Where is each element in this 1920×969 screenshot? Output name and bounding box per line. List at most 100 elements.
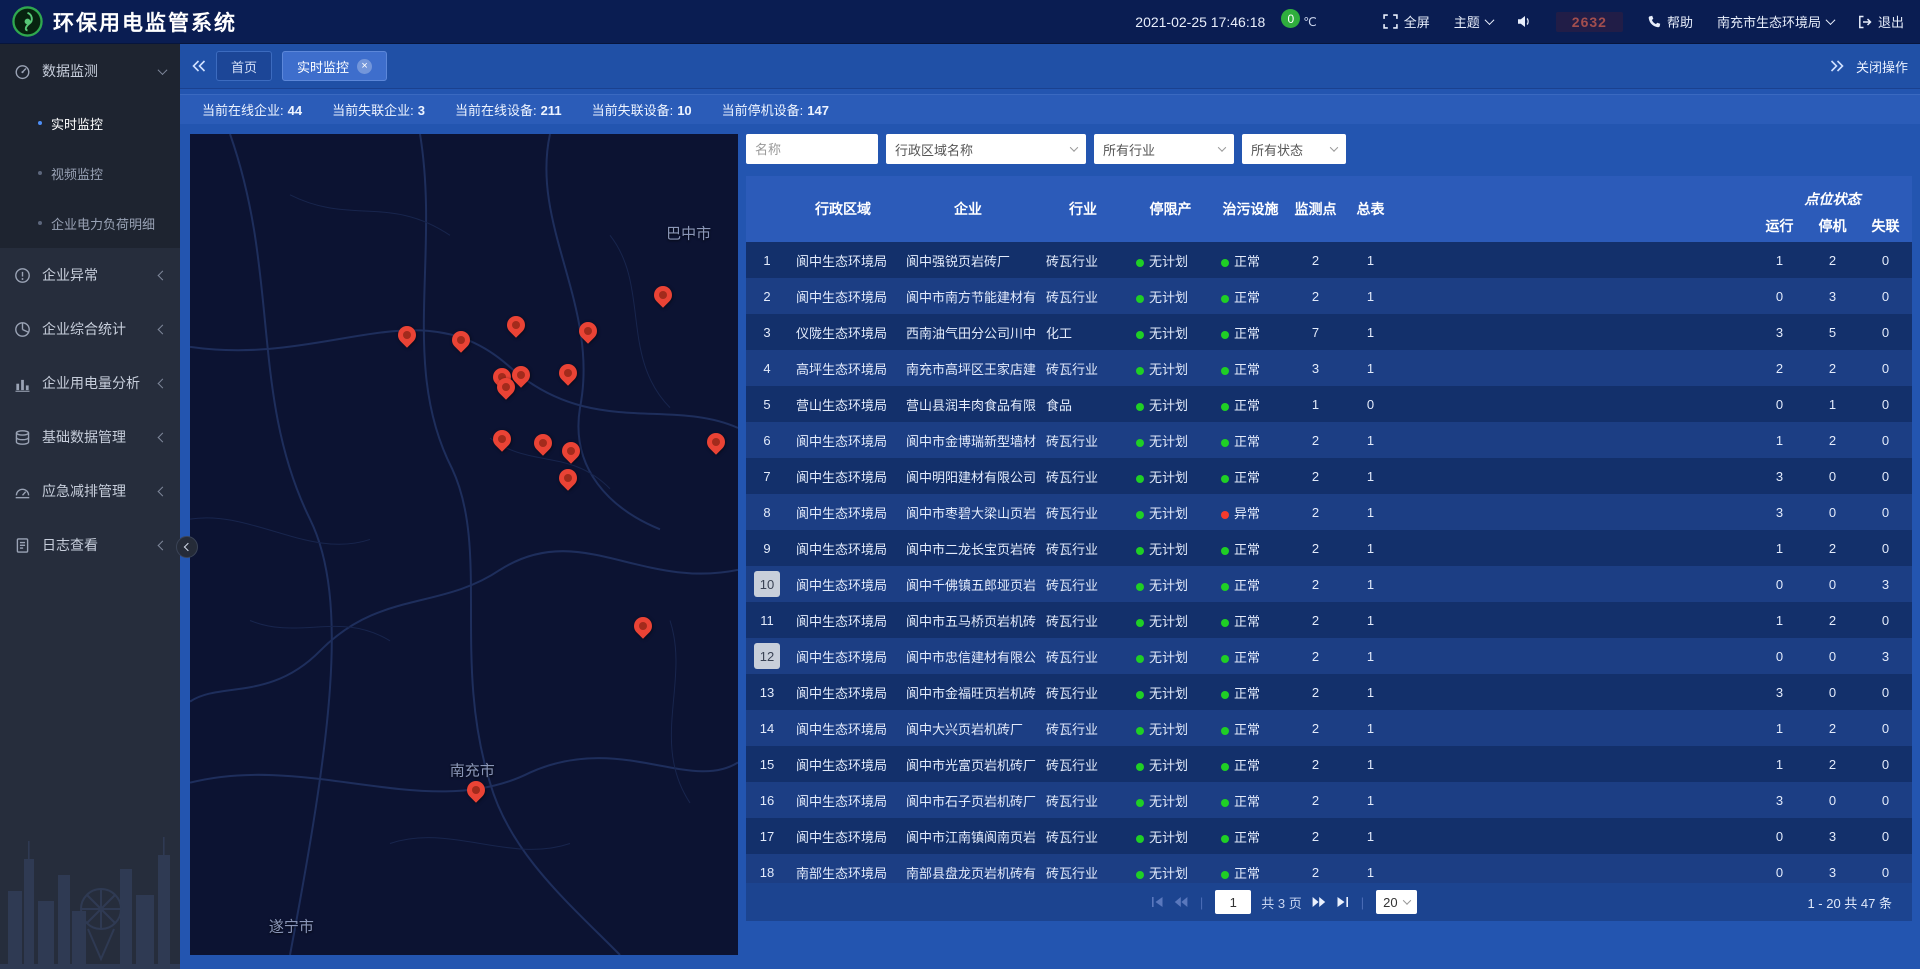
org-menu[interactable]: 南充市生态环境局 bbox=[1717, 12, 1834, 31]
cell-facility: 正常 bbox=[1213, 575, 1288, 594]
next-page-button[interactable] bbox=[1312, 896, 1326, 908]
tab-realtime-monitor[interactable]: 实时监控 × bbox=[282, 51, 387, 81]
table-row[interactable]: 8 阆中生态环境局 阆中市枣碧大梁山页岩 砖瓦行业 无计划 异常 2 1 3 0… bbox=[746, 494, 1912, 530]
alarm-broadcast-button[interactable] bbox=[1517, 15, 1532, 28]
table-row[interactable]: 15 阆中生态环境局 阆中市光富页岩机砖厂 砖瓦行业 无计划 正常 2 1 1 … bbox=[746, 746, 1912, 782]
sidebar-group[interactable]: 企业综合统计 bbox=[0, 302, 180, 356]
table-row[interactable]: 1 阆中生态环境局 阆中强锐页岩砖厂 砖瓦行业 无计划 正常 2 1 1 2 0 bbox=[746, 242, 1912, 278]
pagination-separator: | bbox=[1361, 895, 1364, 910]
sidebar-group[interactable]: 企业异常 bbox=[0, 248, 180, 302]
region-select[interactable]: 行政区域名称 bbox=[886, 134, 1086, 164]
table-row[interactable]: 10 阆中生态环境局 阆中千佛镇五郎垭页岩 砖瓦行业 无计划 正常 2 1 0 … bbox=[746, 566, 1912, 602]
cell-company: 营山县润丰肉食品有限 bbox=[898, 395, 1038, 414]
gauge-icon bbox=[14, 63, 31, 80]
tabbar-right: 关闭操作 bbox=[1830, 57, 1908, 76]
bottom-gap bbox=[746, 921, 1912, 955]
table-row[interactable]: 16 阆中生态环境局 阆中市石子页岩机砖厂 砖瓦行业 无计划 正常 2 1 3 … bbox=[746, 782, 1912, 818]
table-row[interactable]: 17 阆中生态环境局 阆中市江南镇阆南页岩 砖瓦行业 无计划 正常 2 1 0 … bbox=[746, 818, 1912, 854]
table-row[interactable]: 7 阆中生态环境局 阆中明阳建材有限公司 砖瓦行业 无计划 正常 2 1 3 0… bbox=[746, 458, 1912, 494]
table-row[interactable]: 6 阆中生态环境局 阆中市金博瑞新型墙材 砖瓦行业 无计划 正常 2 1 1 2… bbox=[746, 422, 1912, 458]
status-dot bbox=[1221, 727, 1229, 735]
cell-company: 阆中市二龙长宝页岩砖 bbox=[898, 539, 1038, 558]
table-row[interactable]: 11 阆中生态环境局 阆中市五马桥页岩机砖 砖瓦行业 无计划 正常 2 1 1 … bbox=[746, 602, 1912, 638]
cell-stop: 0 bbox=[1806, 469, 1859, 484]
table-row[interactable]: 13 阆中生态环境局 阆中市金福旺页岩机砖 砖瓦行业 无计划 正常 2 1 3 … bbox=[746, 674, 1912, 710]
tab-close-icon[interactable]: × bbox=[357, 59, 372, 74]
cell-company: 阆中市忠信建材有限公 bbox=[898, 647, 1038, 666]
industry-select[interactable]: 所有行业 bbox=[1094, 134, 1234, 164]
cell-stop-limit: 无计划 bbox=[1128, 755, 1213, 774]
sidebar-subitem[interactable]: 视频监控 bbox=[0, 148, 180, 198]
cell-facility: 正常 bbox=[1213, 755, 1288, 774]
cell-stop: 0 bbox=[1806, 505, 1859, 520]
page-size-select[interactable]: 20 bbox=[1376, 890, 1416, 914]
cell-industry: 砖瓦行业 bbox=[1038, 719, 1128, 738]
table-row[interactable]: 9 阆中生态环境局 阆中市二龙长宝页岩砖 砖瓦行业 无计划 正常 2 1 1 2… bbox=[746, 530, 1912, 566]
cell-meter: 1 bbox=[1343, 433, 1398, 448]
cell-stop: 0 bbox=[1806, 649, 1859, 664]
cell-monitor: 2 bbox=[1288, 253, 1343, 268]
sidebar-group-label: 企业综合统计 bbox=[42, 319, 126, 339]
logout-label: 退出 bbox=[1878, 12, 1904, 31]
map-roads-decoration bbox=[190, 134, 738, 955]
cell-stop-limit: 无计划 bbox=[1128, 431, 1213, 450]
tab-home[interactable]: 首页 bbox=[216, 51, 272, 81]
cell-lost: 0 bbox=[1859, 505, 1912, 520]
first-page-button[interactable] bbox=[1151, 896, 1164, 908]
help-button[interactable]: 帮助 bbox=[1647, 12, 1693, 31]
cell-meter: 1 bbox=[1343, 829, 1398, 844]
prev-page-button[interactable] bbox=[1174, 896, 1188, 908]
sidebar: 数据监测 实时监控 视频监控 企业电力负荷明细 企业异常 企业综合统计 企业用电… bbox=[0, 44, 180, 969]
table-row[interactable]: 12 阆中生态环境局 阆中市忠信建材有限公 砖瓦行业 无计划 正常 2 1 0 … bbox=[746, 638, 1912, 674]
cell-meter: 1 bbox=[1343, 613, 1398, 628]
cell-company: 阆中大兴页岩机砖厂 bbox=[898, 719, 1038, 738]
table-row[interactable]: 14 阆中生态环境局 阆中大兴页岩机砖厂 砖瓦行业 无计划 正常 2 1 1 2… bbox=[746, 710, 1912, 746]
table-row[interactable]: 5 营山生态环境局 营山县润丰肉食品有限 食品 无计划 正常 1 0 0 1 0 bbox=[746, 386, 1912, 422]
sidebar-group[interactable]: 基础数据管理 bbox=[0, 410, 180, 464]
sidebar-collapse-button[interactable] bbox=[176, 536, 198, 558]
map-panel[interactable]: 巴中市南充市遂宁市 bbox=[190, 134, 738, 955]
top-header: 环保用电监管系统 2021-02-25 17:46:18 0 ℃ 全屏 主题 2… bbox=[0, 0, 1920, 44]
page-number-input[interactable] bbox=[1215, 890, 1251, 914]
table-row[interactable]: 4 高坪生态环境局 南充市高坪区王家店建 砖瓦行业 无计划 正常 3 1 2 2… bbox=[746, 350, 1912, 386]
last-page-button[interactable] bbox=[1336, 896, 1349, 908]
sidebar-group[interactable]: 应急减排管理 bbox=[0, 464, 180, 518]
tabs-scroll-left-button[interactable] bbox=[192, 60, 206, 72]
cell-industry: 砖瓦行业 bbox=[1038, 539, 1128, 558]
sidebar-group[interactable]: 日志查看 bbox=[0, 518, 180, 572]
cell-region: 南部生态环境局 bbox=[788, 863, 898, 882]
status-select[interactable]: 所有状态 bbox=[1242, 134, 1346, 164]
tabs-scroll-right-button[interactable] bbox=[1830, 60, 1844, 72]
close-operations-menu[interactable]: 关闭操作 bbox=[1856, 57, 1908, 76]
sidebar-group[interactable]: 企业用电量分析 bbox=[0, 356, 180, 410]
cell-stop-limit: 无计划 bbox=[1128, 359, 1213, 378]
cell-stop: 3 bbox=[1806, 289, 1859, 304]
cell-meter: 1 bbox=[1343, 865, 1398, 880]
cell-company: 南充市高坪区王家店建 bbox=[898, 359, 1038, 378]
status-dot bbox=[1221, 331, 1229, 339]
col-lost: 失联 bbox=[1859, 216, 1912, 236]
chevron-down-icon bbox=[1070, 143, 1078, 151]
table-row[interactable]: 18 南部生态环境局 南部县盘龙页岩机砖有 砖瓦行业 无计划 正常 2 1 0 … bbox=[746, 854, 1912, 883]
sidebar-group[interactable]: 数据监测 bbox=[0, 44, 180, 98]
status-dot bbox=[1136, 691, 1144, 699]
filter-bar: 行政区域名称 所有行业 所有状态 bbox=[746, 134, 1912, 164]
theme-menu[interactable]: 主题 bbox=[1454, 12, 1493, 31]
cell-industry: 砖瓦行业 bbox=[1038, 827, 1128, 846]
company-name-input[interactable] bbox=[746, 134, 878, 164]
sidebar-subitem[interactable]: 企业电力负荷明细 bbox=[0, 198, 180, 248]
cell-stop: 2 bbox=[1806, 541, 1859, 556]
bullet-icon bbox=[38, 171, 42, 175]
table-row[interactable]: 3 仪陇生态环境局 西南油气田分公司川中 化工 无计划 正常 7 1 3 5 0 bbox=[746, 314, 1912, 350]
logout-button[interactable]: 退出 bbox=[1858, 12, 1904, 31]
sidebar-group-label: 企业异常 bbox=[42, 265, 98, 285]
cell-meter: 1 bbox=[1343, 793, 1398, 808]
cell-company: 西南油气田分公司川中 bbox=[898, 323, 1038, 342]
table-row[interactable]: 2 阆中生态环境局 阆中市南方节能建材有 砖瓦行业 无计划 正常 2 1 0 3… bbox=[746, 278, 1912, 314]
sidebar-subitem[interactable]: 实时监控 bbox=[0, 98, 180, 148]
fullscreen-button[interactable]: 全屏 bbox=[1383, 12, 1430, 31]
tab-bar: 首页 实时监控 × 关闭操作 bbox=[180, 44, 1920, 89]
cell-facility: 正常 bbox=[1213, 467, 1288, 486]
cell-company: 阆中强锐页岩砖厂 bbox=[898, 251, 1038, 270]
cell-industry: 砖瓦行业 bbox=[1038, 755, 1128, 774]
